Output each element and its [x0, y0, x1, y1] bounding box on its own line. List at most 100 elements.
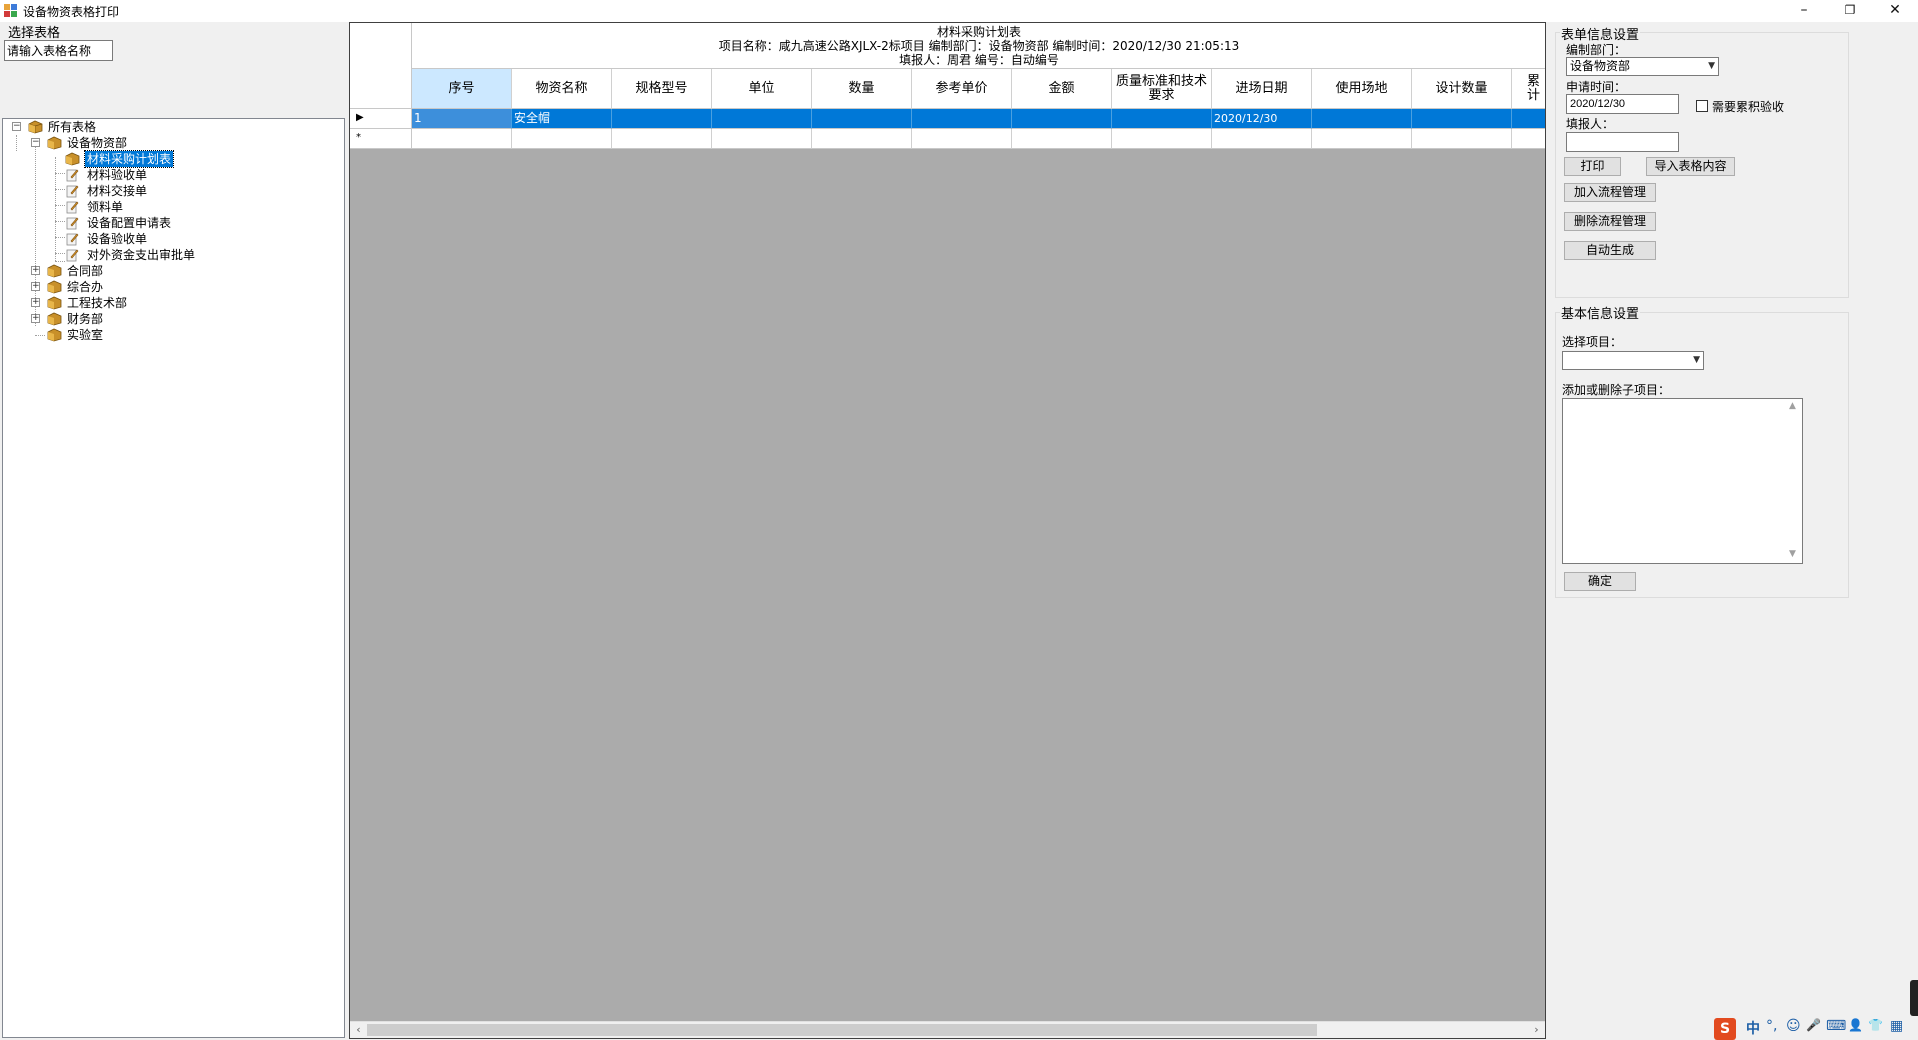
cell-unit[interactable]: [712, 129, 812, 149]
document-pencil-icon: [66, 232, 79, 246]
collapse-icon[interactable]: −: [31, 138, 40, 147]
expand-icon[interactable]: +: [31, 314, 40, 323]
expand-icon[interactable]: +: [31, 266, 40, 275]
column-header-unit[interactable]: 单位: [712, 69, 812, 109]
column-header-material-name[interactable]: 物资名称: [512, 69, 612, 109]
table-tree[interactable]: − 所有表格 − 设备物资部 材料采购计划表 材料验收单 材料交接单 领料单 设…: [2, 118, 345, 1038]
accum-acceptance-checkbox[interactable]: [1696, 100, 1708, 112]
edge-handle[interactable]: [1910, 980, 1918, 1016]
cell-spec[interactable]: [612, 129, 712, 149]
accum-acceptance-label: 需要累积验收: [1712, 100, 1785, 114]
grid-title-header: 材料采购计划表 项目名称：咸九高速公路XJLX-2标项目 编制部门：设备物资部 …: [412, 23, 1545, 69]
cell-spec[interactable]: [612, 109, 712, 129]
delete-flow-button[interactable]: 删除流程管理: [1564, 212, 1656, 231]
print-button[interactable]: 打印: [1564, 157, 1621, 176]
scroll-up-icon[interactable]: ▲: [1789, 401, 1796, 411]
row-marker[interactable]: ▶: [350, 109, 412, 129]
project-label: 选择项目：: [1562, 335, 1623, 349]
document-pencil-icon: [66, 200, 79, 214]
cell-material-name[interactable]: [512, 129, 612, 149]
cell-cumulative[interactable]: [1512, 109, 1545, 129]
sogou-ime-icon[interactable]: S: [1714, 1018, 1736, 1040]
scroll-left-icon[interactable]: ‹: [350, 1022, 367, 1038]
project-select[interactable]: ▼: [1562, 351, 1704, 370]
cell-quality-standard[interactable]: [1112, 109, 1212, 129]
close-button[interactable]: ✕: [1872, 0, 1918, 22]
cell-amount[interactable]: [1012, 109, 1112, 129]
cell-quantity[interactable]: [812, 109, 912, 129]
cell-entry-date[interactable]: 2020/12/30: [1212, 109, 1312, 129]
column-header-cumulative[interactable]: 累计: [1512, 69, 1545, 109]
column-header-seq[interactable]: 序号: [412, 69, 512, 109]
column-header-spec[interactable]: 规格型号: [612, 69, 712, 109]
cell-ref-price[interactable]: [912, 129, 1012, 149]
folder-box-icon: [28, 120, 43, 134]
tree-label: 财务部: [67, 312, 104, 326]
add-flow-button[interactable]: 加入流程管理: [1564, 183, 1656, 202]
cell-quality-standard[interactable]: [1112, 129, 1212, 149]
user-icon[interactable]: 👤: [1848, 1018, 1863, 1032]
cell-usage-site[interactable]: [1312, 129, 1412, 149]
column-header-entry-date[interactable]: 进场日期: [1212, 69, 1312, 109]
column-header-ref-price[interactable]: 参考单价: [912, 69, 1012, 109]
punctuation-icon[interactable]: °,: [1766, 1018, 1777, 1034]
column-header-amount[interactable]: 金额: [1012, 69, 1112, 109]
cell-ref-price[interactable]: [912, 109, 1012, 129]
date-input[interactable]: [1566, 94, 1679, 114]
column-header-design-quantity[interactable]: 设计数量: [1412, 69, 1512, 109]
cell-unit[interactable]: [712, 109, 812, 129]
import-table-button[interactable]: 导入表格内容: [1646, 157, 1735, 176]
scrollbar-thumb[interactable]: [367, 1024, 1317, 1036]
filler-input[interactable]: [1566, 132, 1679, 152]
app-icon: [4, 4, 17, 17]
confirm-button[interactable]: 确定: [1564, 572, 1636, 591]
cell-material-name[interactable]: 安全帽: [512, 109, 612, 129]
chinese-mode-icon[interactable]: 中: [1746, 1018, 1760, 1038]
scroll-down-icon[interactable]: ▼: [1789, 549, 1796, 559]
column-header-quantity[interactable]: 数量: [812, 69, 912, 109]
cell-cumulative[interactable]: [1512, 129, 1545, 149]
collapse-icon[interactable]: −: [12, 122, 21, 131]
grid-corner: [350, 23, 412, 109]
cell-design-quantity[interactable]: [1412, 109, 1512, 129]
skin-icon[interactable]: 👕: [1868, 1018, 1883, 1032]
subitem-list[interactable]: ▲ ▼: [1562, 398, 1803, 564]
auto-generate-button[interactable]: 自动生成: [1564, 241, 1656, 260]
tree-label: 材料验收单: [87, 168, 148, 182]
tree-label-equipment-dept: 设备物资部: [67, 136, 128, 150]
keyboard-icon[interactable]: ⌨: [1826, 1018, 1846, 1034]
cell-quantity[interactable]: [812, 129, 912, 149]
minimize-button[interactable]: –: [1781, 0, 1827, 22]
dept-select[interactable]: 设备物资部 ▼: [1566, 57, 1719, 76]
cell-design-quantity[interactable]: [1412, 129, 1512, 149]
data-grid[interactable]: 材料采购计划表 项目名称：咸九高速公路XJLX-2标项目 编制部门：设备物资部 …: [349, 22, 1546, 1039]
emoji-icon[interactable]: ☺: [1786, 1018, 1801, 1034]
scroll-right-icon[interactable]: ›: [1528, 1022, 1545, 1038]
ime-toolbar[interactable]: S 中 °, ☺ 🎤 ⌨ 👤 👕 ▦: [1710, 1016, 1918, 1040]
column-header-usage-site[interactable]: 使用场地: [1312, 69, 1412, 109]
expand-icon[interactable]: +: [31, 282, 40, 291]
row-marker[interactable]: *: [350, 129, 412, 149]
folder-box-icon: [47, 264, 62, 278]
folder-box-icon: [65, 152, 80, 166]
horizontal-scrollbar[interactable]: ‹ ›: [350, 1021, 1545, 1038]
document-pencil-icon: [66, 168, 79, 182]
cell-entry-date[interactable]: [1212, 129, 1312, 149]
cell-seq[interactable]: 1: [412, 109, 512, 129]
column-header-quality-standard[interactable]: 质量标准和技术要求: [1112, 69, 1212, 109]
microphone-icon[interactable]: 🎤: [1806, 1018, 1821, 1032]
folder-box-icon: [47, 136, 62, 150]
cell-seq[interactable]: [412, 129, 512, 149]
list-scrollbar[interactable]: ▲ ▼: [1786, 399, 1802, 563]
tree-label: 合同部: [67, 264, 104, 278]
cell-usage-site[interactable]: [1312, 109, 1412, 129]
table-search-input[interactable]: [4, 40, 113, 61]
restore-button[interactable]: ❐: [1827, 0, 1873, 22]
expand-icon[interactable]: +: [31, 298, 40, 307]
tree-label: 实验室: [67, 328, 104, 342]
toolbox-icon[interactable]: ▦: [1890, 1018, 1903, 1034]
cell-amount[interactable]: [1012, 129, 1112, 149]
window-title: 设备物资表格打印: [23, 5, 120, 19]
folder-box-icon: [47, 280, 62, 294]
table-project-info: 项目名称：咸九高速公路XJLX-2标项目 编制部门：设备物资部 编制时间：202…: [718, 39, 1240, 53]
